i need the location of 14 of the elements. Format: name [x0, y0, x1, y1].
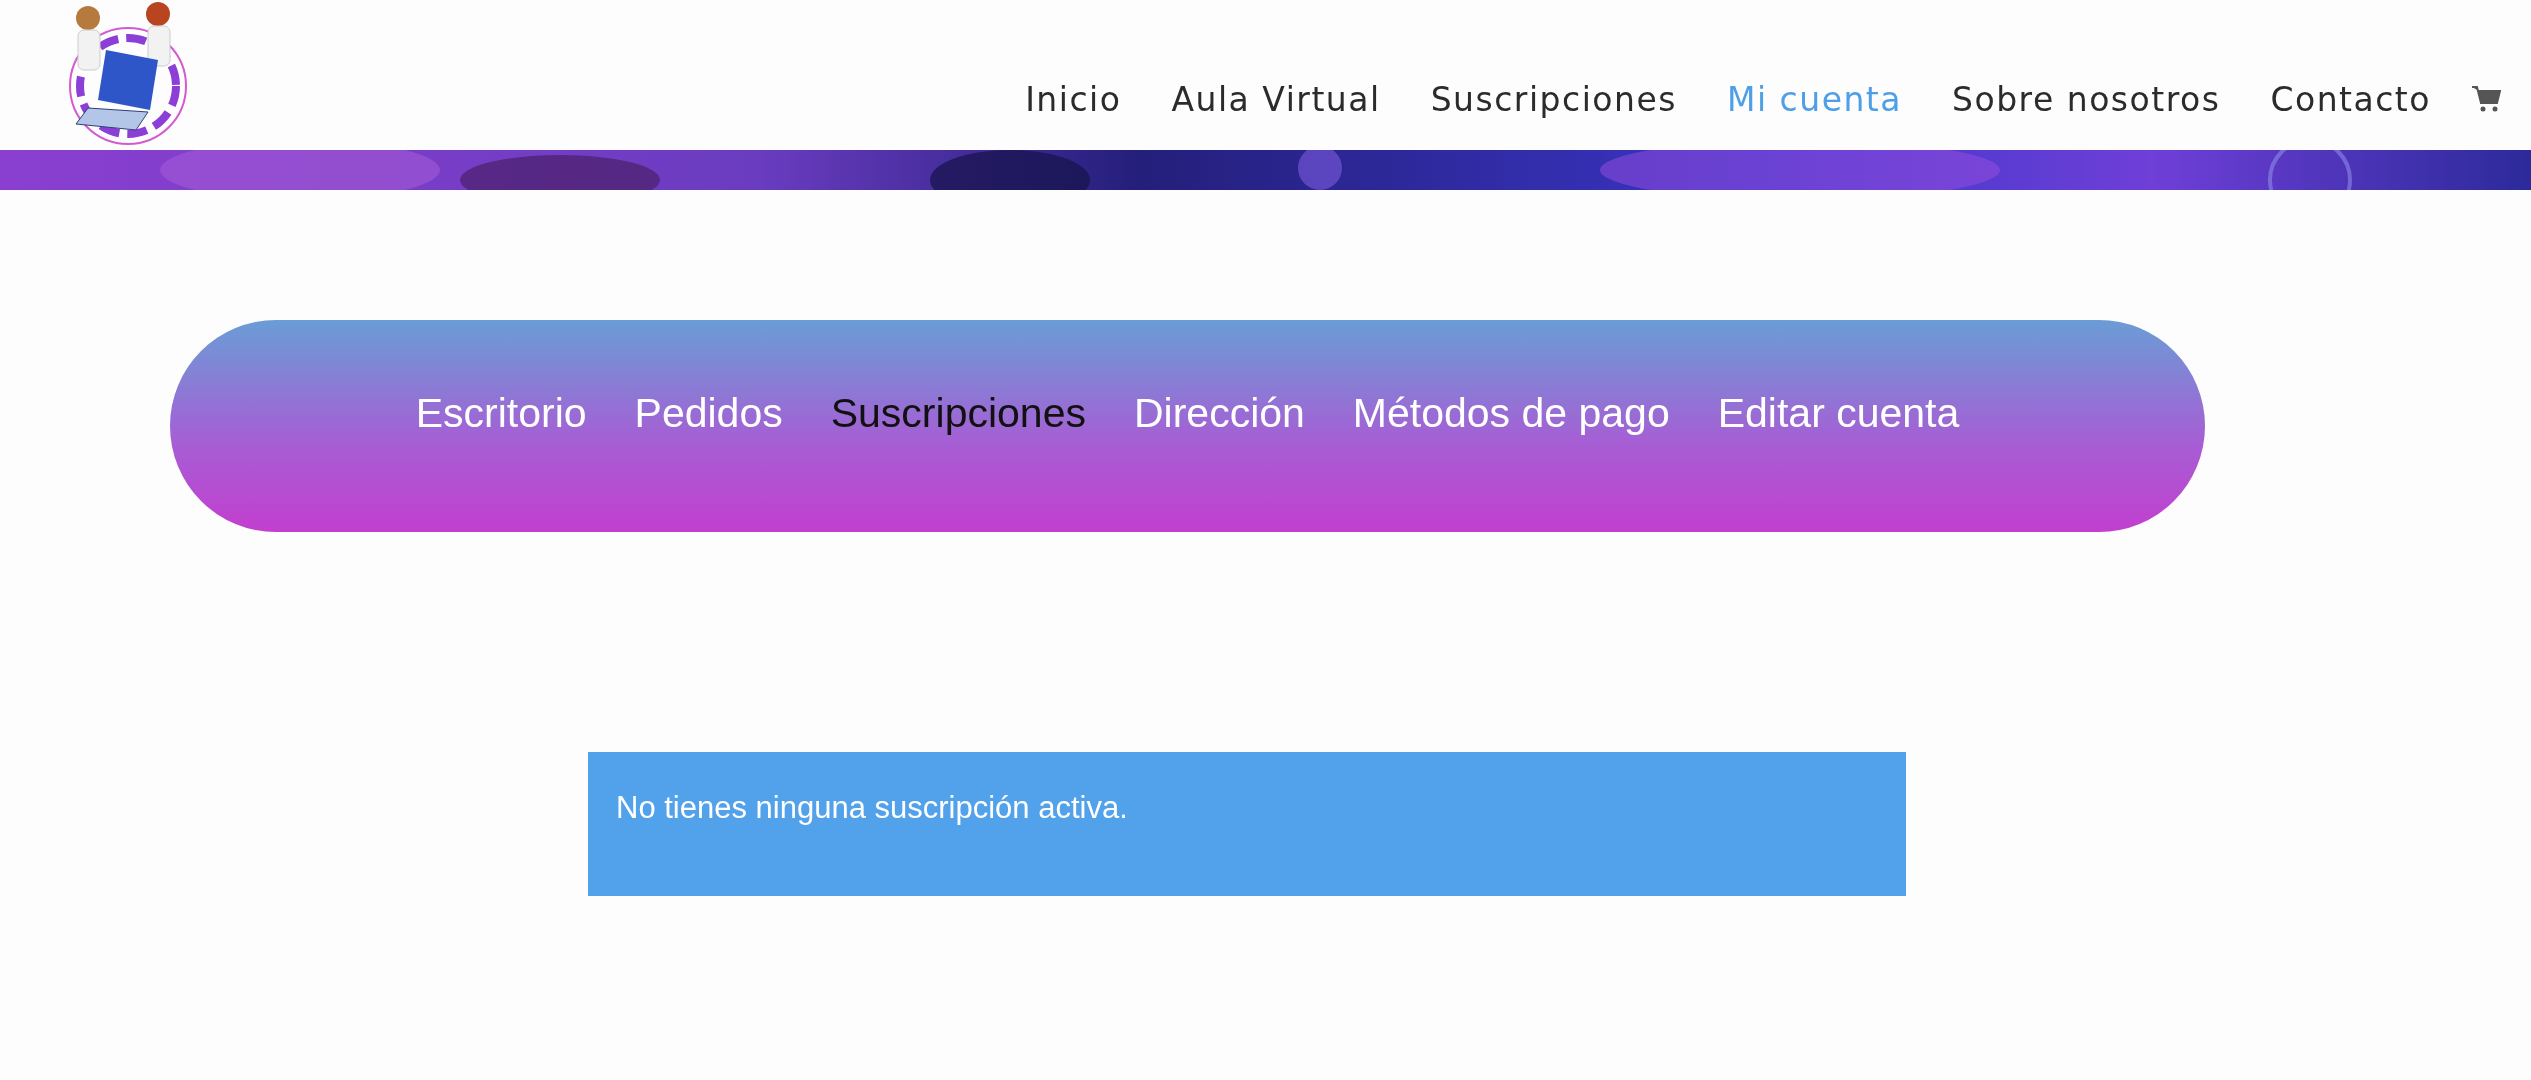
nav-link[interactable]: Suscripciones [1430, 79, 1677, 119]
notice-message: No tienes ninguna suscripción activa. [588, 752, 1906, 896]
nav-link[interactable]: Sobre nosotros [1952, 79, 2221, 119]
nav-link[interactable]: Mi cuenta [1726, 79, 1903, 119]
nav-link[interactable]: Inicio [1025, 79, 1122, 119]
cart-icon[interactable] [2471, 85, 2501, 113]
account-menu-link[interactable]: Escritorio [415, 388, 587, 438]
account-menu-link[interactable]: Suscripciones [830, 388, 1086, 438]
account-menu-link[interactable]: Pedidos [634, 388, 783, 438]
nav-link[interactable]: Aula Virtual [1171, 79, 1381, 119]
nav-link[interactable]: Contacto [2270, 79, 2431, 119]
account-menu-link[interactable]: Editar cuenta [1717, 388, 1960, 438]
account-menu-link[interactable]: Dirección [1133, 388, 1305, 438]
account-menu-link[interactable]: Métodos de pago [1352, 388, 1670, 438]
